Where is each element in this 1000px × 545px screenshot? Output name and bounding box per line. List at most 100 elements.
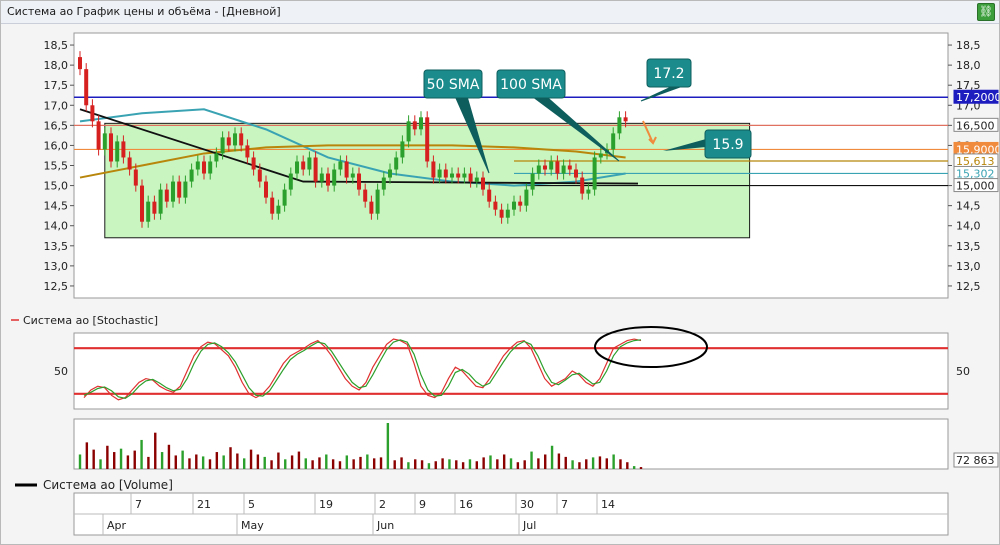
candle-body — [158, 189, 163, 214]
candle-body — [555, 161, 560, 174]
volume-bar — [106, 445, 109, 469]
link-icon[interactable]: ⛓ — [977, 3, 995, 21]
x-tick-label-top: 14 — [601, 498, 615, 511]
candle-body — [251, 157, 256, 170]
candle-body — [617, 117, 622, 134]
candle-body — [474, 177, 479, 182]
candle-body — [592, 157, 597, 190]
volume-bar — [270, 460, 273, 469]
x-tick-label-top: 7 — [135, 498, 142, 511]
volume-bar — [379, 457, 383, 469]
volume-bar — [626, 462, 629, 469]
candle-body — [183, 181, 188, 198]
volume-bar — [236, 453, 239, 469]
volume-bar — [167, 444, 171, 469]
candle-body — [443, 169, 448, 178]
candle-body — [140, 185, 144, 222]
volume-bar — [99, 459, 102, 469]
volume-bar — [215, 452, 219, 469]
y-tick-label-left: 15,5 — [44, 160, 69, 173]
volume-bar — [578, 462, 581, 469]
volume-bar — [188, 458, 191, 469]
candle-body — [357, 173, 361, 190]
volume-bar — [85, 442, 89, 469]
candle-body — [381, 177, 386, 190]
volume-bar — [290, 455, 294, 469]
candle-body — [363, 189, 368, 202]
target-callout-label: 17.2 — [653, 66, 684, 82]
stochastic-tick-right: 50 — [956, 365, 970, 378]
candle-body — [177, 181, 182, 198]
candle-body — [233, 133, 237, 146]
volume-bar — [297, 451, 301, 469]
volume-bar — [619, 459, 622, 469]
volume-bar — [632, 466, 636, 469]
candle-body — [84, 69, 89, 106]
volume-bar — [441, 458, 444, 469]
volume-bar — [154, 432, 157, 469]
candle-body — [586, 189, 591, 194]
volume-bar — [311, 460, 314, 469]
volume-bar — [359, 456, 362, 469]
y-tick-label-left: 14,5 — [44, 200, 69, 213]
candle-body — [326, 173, 330, 186]
candle-body — [115, 141, 120, 162]
candle-body — [214, 153, 219, 162]
x-tick-label-top: 16 — [459, 498, 473, 511]
volume-bar — [386, 423, 390, 469]
volume-bar — [325, 454, 328, 469]
volume-bar — [448, 459, 451, 469]
candle-body — [270, 197, 275, 214]
stochastic-tick-left: 50 — [54, 365, 68, 378]
candle-body — [623, 117, 628, 122]
y-tick-label-right: 18,5 — [956, 39, 981, 52]
x-tick-label-bottom: Apr — [107, 519, 127, 532]
x-tick-label-top: 30 — [520, 498, 534, 511]
candle-body — [338, 161, 343, 170]
volume-bar — [126, 455, 130, 469]
x-tick-label-bottom: May — [241, 519, 264, 532]
candle-body — [164, 189, 169, 202]
y-tick-label-left: 12,5 — [44, 280, 69, 293]
candle-body — [109, 133, 113, 162]
candle-body — [208, 161, 213, 174]
volume-bar — [489, 455, 492, 469]
volume-bar — [119, 448, 123, 469]
candle-body — [611, 133, 616, 150]
volume-bar — [352, 459, 355, 469]
candle-body — [313, 157, 318, 182]
volume-bar — [468, 459, 472, 469]
volume-bar — [414, 459, 417, 469]
volume-bar — [427, 463, 431, 469]
y-tick-label-left: 18,5 — [44, 39, 69, 52]
volume-bar — [564, 456, 567, 469]
volume-bar — [461, 462, 465, 469]
volume-bar — [591, 457, 595, 469]
candle-body — [102, 133, 107, 150]
candle-body — [536, 165, 541, 174]
y-tick-label-left: 13,0 — [44, 260, 69, 273]
volume-bar — [331, 459, 335, 469]
volume-bar — [201, 456, 205, 469]
candle-body — [450, 173, 454, 178]
volume-bar — [277, 452, 280, 469]
candle-body — [257, 169, 262, 182]
volume-bar — [516, 462, 520, 469]
volume-bar — [475, 461, 479, 469]
volume-bar — [537, 458, 540, 469]
x-tick-label-top: 5 — [248, 498, 255, 511]
volume-bar — [284, 459, 287, 469]
candle-body — [332, 169, 337, 186]
chart-window: Система ао График цены и объёма - [Дневн… — [0, 0, 1000, 545]
volume-bar — [147, 456, 150, 469]
candle-body — [301, 161, 306, 170]
y-tick-label-right: 14,0 — [956, 220, 981, 233]
candle-body — [437, 169, 442, 178]
volume-title: Система ао [Volume] — [43, 478, 173, 492]
candle-body — [133, 169, 138, 186]
candle-body — [481, 177, 485, 190]
volume-bar — [208, 459, 212, 469]
candle-body — [499, 209, 504, 218]
y-tick-label-right: 13,0 — [956, 260, 981, 273]
y-tick-label-left: 17,0 — [44, 99, 69, 112]
